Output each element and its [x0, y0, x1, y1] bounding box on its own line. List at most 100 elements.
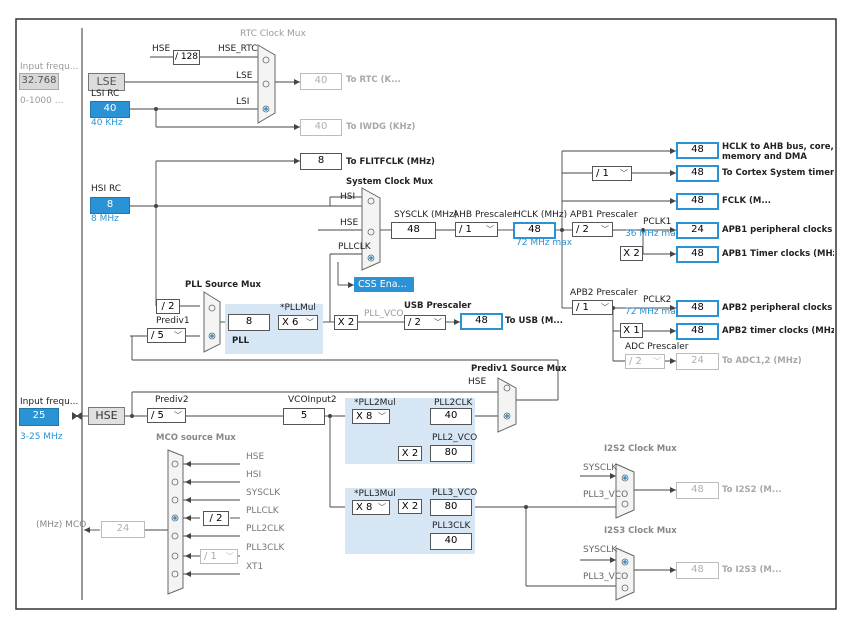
- prediv2-value: / 5: [151, 410, 164, 421]
- hclk-value[interactable]: 48: [513, 222, 556, 239]
- mco-input-pll2clk: PLL2CLK: [246, 524, 285, 534]
- system-clock-mux-title: System Clock Mux: [346, 177, 434, 187]
- i2s2-sysclk-label: SYSCLK: [583, 463, 618, 473]
- pll-vco-label: PLL_VCO: [364, 309, 404, 319]
- apb1-max-label: 36 MHz max: [625, 229, 682, 239]
- hse-oscillator[interactable]: HSE: [88, 407, 125, 425]
- sysclk-value: 48: [391, 222, 436, 239]
- pll-mul-value: X 6: [282, 317, 299, 328]
- apb1-prescaler-value: / 2: [576, 224, 589, 235]
- mco-pll3clk-divider-select[interactable]: / 1 ﹀: [200, 549, 238, 564]
- mco-input-hse: HSE: [246, 452, 265, 462]
- chevron-down-icon: ﹀: [486, 225, 494, 234]
- clock-configuration-canvas: RTC Clock Mux HSE / 128 HSE_RTC LSE LSI …: [0, 0, 862, 634]
- apb2-prescaler-select[interactable]: / 1 ﹀: [572, 300, 613, 315]
- mco-input-pllclk: PLLCLK: [246, 506, 279, 516]
- prediv1-select[interactable]: / 5 ﹀: [147, 328, 186, 343]
- i2s3-destination: To I2S3 (M...: [722, 565, 782, 575]
- pll3clk-value: 40: [430, 533, 472, 550]
- rtc-lse-label: LSE: [236, 71, 253, 81]
- mco-pllclk-div2-box: / 2: [203, 511, 229, 526]
- hsi-rc-value: 8: [90, 197, 130, 214]
- pll2-mul-value: X 8: [356, 411, 373, 422]
- apb1-timer-multiplier: X 2: [620, 246, 643, 261]
- vcoinput2-value: 5: [283, 408, 325, 425]
- i2s2-destination: To I2S2 (M...: [722, 485, 782, 495]
- ahb-prescaler-value: / 1: [459, 224, 472, 235]
- cortex-timer-destination: To Cortex System timer (MHz): [722, 168, 834, 178]
- chevron-down-icon: ﹀: [434, 318, 442, 327]
- sysclk-mux-pllclk-label: PLLCLK: [338, 242, 371, 252]
- usb-destination: To USB (M...: [505, 316, 563, 326]
- apb2-max-label: 72 MHz max: [625, 307, 682, 317]
- lsi-rc-unit: 40 KHz: [91, 118, 123, 128]
- i2s3-output-value: 48: [676, 562, 719, 579]
- i2s2-clock-mux-title: I2S2 Clock Mux: [604, 444, 677, 454]
- apb2-timer-multiplier: X 1: [620, 323, 643, 338]
- lse-frequency-input[interactable]: 32.768: [19, 73, 59, 90]
- pll-mul-label: *PLLMul: [280, 303, 316, 313]
- chevron-down-icon: ﹀: [174, 331, 182, 340]
- rtc-hse-label: HSE: [152, 44, 171, 54]
- apb1-peripheral-destination: APB1 peripheral clocks (MHz): [722, 225, 834, 235]
- chevron-down-icon: ﹀: [601, 303, 609, 312]
- cortex-timer-output-value: 48: [676, 165, 719, 182]
- cortex-timer-divider-select[interactable]: / 1 ﹀: [592, 166, 632, 181]
- adc-destination: To ADC1,2 (MHz): [722, 356, 802, 366]
- hse-input-frequency-label: Input frequ...: [20, 397, 79, 407]
- pclk2-label: PCLK2: [643, 295, 672, 305]
- adc-prescaler-label: ADC Prescaler: [625, 342, 689, 352]
- pll2-mul-select[interactable]: X 8 ﹀: [352, 409, 390, 424]
- mco-pll3clk-divider-value: / 1: [204, 551, 217, 562]
- rtc-output-value: 40: [300, 73, 342, 90]
- chevron-down-icon: ﹀: [306, 318, 314, 327]
- usb-prescaler-select[interactable]: / 2 ﹀: [404, 315, 446, 330]
- adc-prescaler-select[interactable]: / 2 ﹀: [625, 354, 665, 369]
- flitf-output-value: 8: [300, 153, 342, 170]
- hsi-rc-unit: 8 MHz: [91, 214, 119, 224]
- iwdg-output-value: 40: [300, 119, 342, 136]
- hsi-rc-title: HSI RC: [91, 184, 122, 194]
- vcoinput2-label: VCOInput2: [288, 395, 337, 405]
- prediv1-source-mux-title: Prediv1 Source Mux: [471, 364, 567, 374]
- pll3-mul-value: X 8: [356, 502, 373, 513]
- pll3-mul-select[interactable]: X 8 ﹀: [352, 500, 390, 515]
- rtc-mux-title: RTC Clock Mux: [240, 29, 306, 39]
- lsi-rc-value: 40: [90, 101, 130, 118]
- apb2-peripheral-destination: APB2 peripheral clocks (MHz): [722, 303, 834, 313]
- cortex-timer-divider-value: / 1: [596, 168, 609, 179]
- hse-frequency-input[interactable]: 25: [19, 408, 59, 426]
- lse-range-label: 0-1000 ...: [20, 96, 64, 106]
- mco-output-value: 24: [101, 521, 145, 538]
- hclk-max-label: 72 MHz max: [516, 238, 573, 248]
- usb-prescaler-value: / 2: [408, 317, 421, 328]
- apb2-timer-destination: APB2 timer clocks (MHz): [722, 326, 834, 336]
- mco-output-label: (MHz) MCO: [36, 520, 87, 530]
- flitf-destination: To FLITFCLK (MHz): [346, 157, 435, 167]
- i2s3-clock-mux-title: I2S3 Clock Mux: [604, 526, 677, 536]
- chevron-down-icon: ﹀: [620, 169, 628, 178]
- fclk-destination: FCLK (M...: [722, 196, 772, 206]
- rtc-destination: To RTC (K...: [346, 75, 401, 85]
- prediv2-select[interactable]: / 5 ﹀: [147, 408, 186, 423]
- pll-mul-select[interactable]: X 6 ﹀: [278, 315, 318, 330]
- mco-input-xt1: XT1: [246, 562, 264, 572]
- apb1-prescaler-select[interactable]: / 2 ﹀: [572, 222, 613, 237]
- prediv1-label: Prediv1: [156, 316, 190, 326]
- iwdg-destination: To IWDG (KHz): [346, 122, 416, 132]
- chevron-down-icon: ﹀: [378, 412, 386, 421]
- pll2clk-value: 40: [430, 408, 472, 425]
- fclk-output-value: 48: [676, 193, 719, 210]
- css-enable-button[interactable]: CSS Ena...: [354, 277, 414, 292]
- apb1-peripheral-value: 24: [676, 222, 719, 239]
- usb-prescaler-label: USB Prescaler: [404, 301, 472, 311]
- apb1-timer-value: 48: [676, 246, 719, 263]
- pclk1-label: PCLK1: [643, 217, 672, 227]
- chevron-down-icon: ﹀: [601, 225, 609, 234]
- rtc-div128-box: / 128: [173, 50, 200, 65]
- mco-source-mux-title: MCO source Mux: [156, 433, 236, 443]
- pll3-mul-label: *PLL3Mul: [354, 489, 396, 499]
- ahb-prescaler-select[interactable]: / 1 ﹀: [455, 222, 498, 237]
- mco-input-pll3clk: PLL3CLK: [246, 543, 285, 553]
- pll-input-value: 8: [228, 314, 270, 331]
